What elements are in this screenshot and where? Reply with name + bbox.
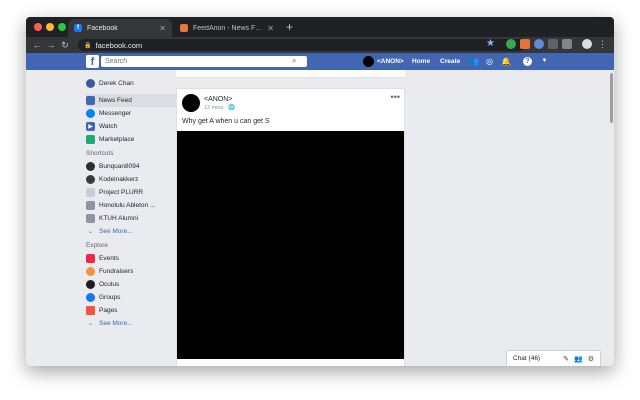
tab-title: Facebook [87,24,118,32]
feedanon-favicon-icon [180,24,188,32]
facebook-logo-icon[interactable]: f [86,55,99,68]
previous-post-edge [176,70,405,78]
compose-icon[interactable]: ✎ [563,355,569,363]
news-feed-icon [86,96,95,105]
help-icon[interactable]: ? [523,57,532,66]
back-arrow-icon[interactable]: ← [30,40,44,50]
messenger-icon[interactable]: ◎ [485,57,494,66]
home-link[interactable]: Home [412,58,430,65]
chat-label: Chat (46) [513,355,541,362]
messenger-icon [86,109,95,118]
post-text: Why get A when u can get S [182,118,270,125]
new-tab-button[interactable]: + [286,19,293,35]
post-media[interactable] [177,131,404,359]
chat-bar[interactable]: Chat (46) ✎ 👥 ⚙ [506,350,601,366]
facebook-header: f ⌕ <ANON> Home Create 👥 ◎ 🔔 ? ▼ [26,53,614,70]
extension-gray-icon[interactable] [548,39,558,49]
close-tab-icon[interactable]: ✕ [267,24,274,33]
sidebar-item-label: Bunquan8094 [99,163,140,170]
feed-post: <ANON> 12 mins · 🌐 ••• Why get A when u … [176,88,405,366]
chevron-down-icon: ⌄ [87,321,94,327]
profile-link[interactable]: <ANON> [363,56,404,67]
extension-blue-icon[interactable] [534,39,544,49]
sidebar-item-label: Messenger [99,110,132,117]
bookmark-star-icon[interactable]: ★ [486,39,496,49]
maximize-window-button[interactable] [58,23,66,31]
close-window-button[interactable] [34,23,42,31]
address-bar[interactable]: 🔒 facebook.com [78,39,526,51]
post-timestamp[interactable]: 12 mins · 🌐 [204,105,235,111]
sidebar-item-label: Derek Chan [99,80,134,87]
sidebar-item-label: Oculus [99,281,120,288]
groups-icon [86,293,95,302]
sidebar-item-label: Events [99,255,119,262]
search-input[interactable] [101,56,307,67]
profile-avatar-icon[interactable] [582,39,592,49]
flag-icon [86,306,95,315]
sidebar-item-label: News Feed [99,97,132,104]
tab-feedanon[interactable]: FeedAnon - News Feed Anonymizer ✕ [174,19,280,37]
account-dropdown-icon[interactable]: ▼ [540,57,549,66]
new-group-icon[interactable]: 👥 [574,355,583,363]
user-avatar-icon [86,79,95,88]
reload-icon[interactable]: ↻ [58,40,72,51]
group-avatar-icon [86,188,95,197]
search-icon[interactable]: ⌕ [292,56,296,66]
post-author-name[interactable]: <ANON> [204,96,232,103]
minimize-window-button[interactable] [46,23,54,31]
sidebar-item-label: Fundraisers [99,268,134,275]
chevron-down-icon: ⌄ [87,229,94,235]
globe-icon: 🌐 [228,105,236,111]
facebook-favicon-icon: f [74,24,82,32]
post-author-avatar[interactable] [182,94,200,112]
sidebar-item-label: Honolulu Ableton ... [99,202,156,209]
browser-menu-icon[interactable]: ⋮ [598,39,607,49]
sidebar-item-label: Pages [99,307,118,314]
notifications-bell-icon[interactable]: 🔔 [501,57,511,66]
page-scrollbar[interactable] [610,73,613,123]
group-avatar-icon [86,201,95,210]
extension-orange-icon[interactable] [520,39,530,49]
browser-window: f Facebook ✕ FeedAnon - News Feed Anonym… [26,17,614,366]
address-text: facebook.com [95,40,143,50]
sidebar-item-label: Groups [99,294,121,301]
close-tab-icon[interactable]: ✕ [159,24,166,33]
see-more-label: See More... [99,320,133,327]
sidebar-item-label: Marketplace [99,136,135,143]
avatar [363,56,374,67]
extension-green-icon[interactable] [506,39,516,49]
fundraiser-icon [86,267,95,276]
watch-icon: ▶ [86,122,95,131]
profile-name: <ANON> [377,58,404,65]
sidebar-item-label: KTUH Alumni [99,215,139,222]
group-avatar-icon [86,162,95,171]
tab-title: FeedAnon - News Feed Anonymizer [193,24,264,32]
group-avatar-icon [86,175,95,184]
group-avatar-icon [86,214,95,223]
gear-icon[interactable]: ⚙ [588,355,594,363]
forward-arrow-icon[interactable]: → [44,40,58,50]
create-link[interactable]: Create [440,58,460,65]
oculus-icon [86,280,95,289]
sidebar-item-label: Project PLURR [99,189,144,196]
friends-icon[interactable]: 👥 [469,57,479,66]
tab-strip: f Facebook ✕ FeedAnon - News Feed Anonym… [26,17,614,37]
see-more-label: See More... [99,228,133,235]
lock-icon: 🔒 [84,42,92,49]
sidebar-item-label: Kodeinakkerz [99,176,139,183]
tab-facebook[interactable]: f Facebook ✕ [68,19,172,37]
sidebar-item-label: Watch [99,123,118,130]
post-options-button[interactable]: ••• [391,92,400,102]
calendar-icon [86,254,95,263]
extension-f-icon[interactable] [562,39,572,49]
marketplace-icon [86,135,95,144]
